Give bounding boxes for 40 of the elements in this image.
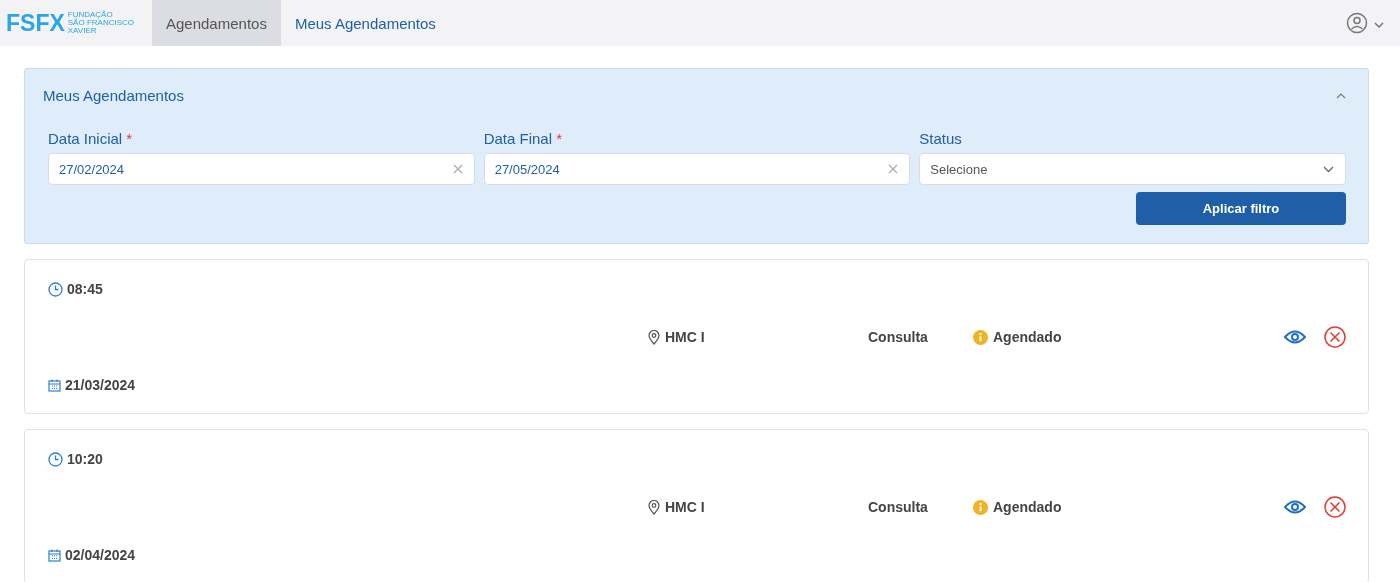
- status-text: Agendado: [993, 329, 1062, 345]
- location-pin-icon: [648, 329, 660, 345]
- logo-text: XAVIER: [67, 27, 98, 35]
- appointment-date: 21/03/2024: [65, 377, 136, 393]
- collapse-icon[interactable]: [1336, 92, 1346, 99]
- clear-icon[interactable]: [452, 164, 463, 174]
- status-dropdown[interactable]: Selecione: [919, 153, 1346, 185]
- calendar-icon: [48, 378, 61, 392]
- appointment-type: Consulta: [868, 329, 929, 345]
- view-icon[interactable]: [1284, 330, 1306, 344]
- appointment-time: 08:45: [67, 281, 103, 297]
- appointment-type: Consulta: [868, 499, 929, 515]
- date-field[interactable]: 27/02/2024: [48, 153, 475, 185]
- location-text: HMC I: [665, 499, 705, 515]
- date-field[interactable]: 27/05/2024: [483, 153, 911, 185]
- appointment-time: 10:20: [67, 451, 103, 467]
- field-label: Data Final *: [483, 130, 564, 147]
- clear-icon[interactable]: [888, 164, 899, 174]
- field-label: Data Inicial *: [48, 130, 134, 147]
- field-label: Status: [919, 130, 963, 147]
- cancel-icon[interactable]: [1324, 326, 1346, 348]
- logo-mark: FSFX: [6, 9, 65, 37]
- user-icon[interactable]: [1346, 12, 1368, 34]
- cancel-icon[interactable]: [1324, 496, 1346, 518]
- nav-tab[interactable]: Agendamentos: [152, 0, 281, 46]
- clock-icon: [48, 281, 63, 297]
- logo-text: SÃO FRANCISCO: [67, 19, 134, 27]
- chevron-icon: [1323, 165, 1334, 173]
- location-text: HMC I: [665, 329, 705, 345]
- status-text: Agendado: [993, 499, 1062, 515]
- clock-icon: [48, 451, 63, 467]
- panel-title: Meus Agendamentos: [43, 87, 184, 104]
- location-pin-icon: [648, 499, 660, 515]
- view-icon[interactable]: [1284, 500, 1306, 514]
- apply-filter-button[interactable]: Aplicar filtro: [1136, 192, 1346, 225]
- calendar-icon: [48, 548, 61, 562]
- nav-tab[interactable]: Meus Agendamentos: [280, 0, 450, 46]
- caret-icon[interactable]: [1374, 22, 1384, 28]
- appointment-date: 02/04/2024: [65, 547, 136, 563]
- logo-text: FUNDAÇÃO: [67, 11, 114, 19]
